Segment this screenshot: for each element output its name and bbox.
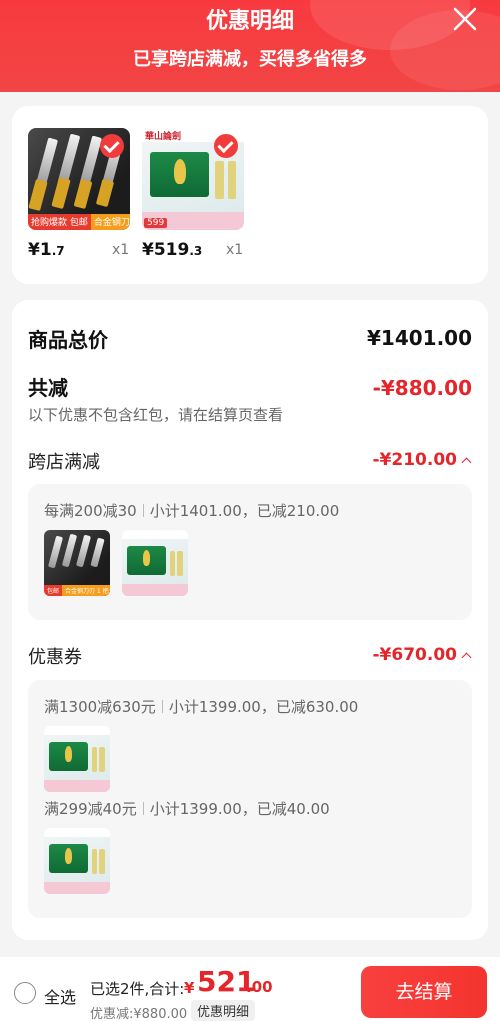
price-badge: 599	[144, 218, 168, 228]
discount-detail-card: 商品总价 ¥1401.00 共减 -¥880.00 以下优惠不包含红包，请在结算…	[12, 300, 488, 940]
product-thumb-oil-set	[44, 726, 110, 792]
cross-store-rule: 每满200减30	[44, 502, 137, 520]
header-banner: 优惠明细 已享跨店满减，买得多省得多	[0, 0, 500, 92]
reduce-note: 以下优惠不包含红包，请在结算页查看	[28, 406, 284, 424]
total-currency: ¥	[184, 979, 195, 997]
product-thumb-oil-set	[44, 828, 110, 894]
chevron-up-icon	[461, 457, 472, 468]
reduce-value: -¥880.00	[372, 376, 472, 400]
product-quantity: x1	[226, 242, 244, 258]
page-subtitle: 已享跨店满减，买得多省得多	[133, 49, 367, 70]
total-amount-dec: .00	[246, 978, 273, 996]
coupon-label: 优惠券	[28, 647, 82, 668]
product-image-knife[interactable]: 抢购爆款 包邮 合金钢刀刃 1 把	[28, 128, 130, 230]
page-title: 优惠明细	[205, 9, 294, 34]
checkout-button[interactable]: 去结算	[361, 966, 487, 1018]
chevron-up-icon	[461, 652, 472, 663]
coupon-subtotal: 小计1399.00，已减630.00	[168, 698, 359, 716]
coupon-detail: 满1300减630元 小计1399.00，已减630.00 满299减40元 小计1…	[28, 680, 472, 918]
checkout-bar: 全选 已选2件,合计: ¥ 521 .00 优惠减:¥880.00 优惠明细 去…	[0, 957, 500, 1021]
product-brand: 華山論劍	[145, 132, 182, 142]
coupon-rule: 满299减40元	[44, 800, 137, 818]
close-icon[interactable]	[452, 6, 478, 32]
products-card: 抢购爆款 包邮 合金钢刀刃 1 把 ¥1.7 x1 華山論劍 599 ¥519.…	[12, 106, 488, 284]
discount-summary: 优惠减:¥880.00	[90, 1007, 188, 1021]
checkmark-icon	[214, 134, 238, 158]
product-tag-left: 抢购爆款 包邮	[28, 213, 91, 230]
total-label: 商品总价	[28, 328, 108, 352]
cross-store-value[interactable]: -¥210.00	[373, 450, 472, 470]
product-thumb-knife: 包邮 合金钢刀刃 1 把	[44, 530, 110, 596]
product-quantity: x1	[112, 242, 130, 258]
select-all-label[interactable]: 全选	[44, 984, 76, 1008]
cross-store-label: 跨店满减	[28, 452, 100, 473]
select-all-radio[interactable]	[14, 982, 36, 1004]
cross-store-subtotal: 小计1401.00，已减210.00	[149, 502, 340, 520]
discount-detail-button[interactable]: 优惠明细	[191, 1000, 256, 1021]
checkmark-icon	[100, 134, 124, 158]
coupon-subtotal: 小计1399.00，已减40.00	[149, 800, 330, 818]
product-price: ¥519.3	[142, 240, 203, 260]
total-value: ¥1401.00	[366, 326, 472, 350]
reduce-label: 共减	[28, 376, 68, 400]
product-image-oil-set[interactable]: 華山論劍 599	[142, 128, 244, 230]
selected-count: 已选2件,合计:	[90, 980, 185, 998]
product-thumb-oil-set	[122, 530, 188, 596]
product-tag-right: 合金钢刀刃 1 把	[90, 213, 130, 230]
cross-store-detail: 每满200减30 小计1401.00，已减210.00 包邮 合金钢刀刃 1 把	[28, 484, 472, 620]
coupon-value[interactable]: -¥670.00	[373, 645, 472, 665]
coupon-rule: 满1300减630元	[44, 698, 156, 716]
product-price: ¥1.7	[28, 240, 65, 260]
